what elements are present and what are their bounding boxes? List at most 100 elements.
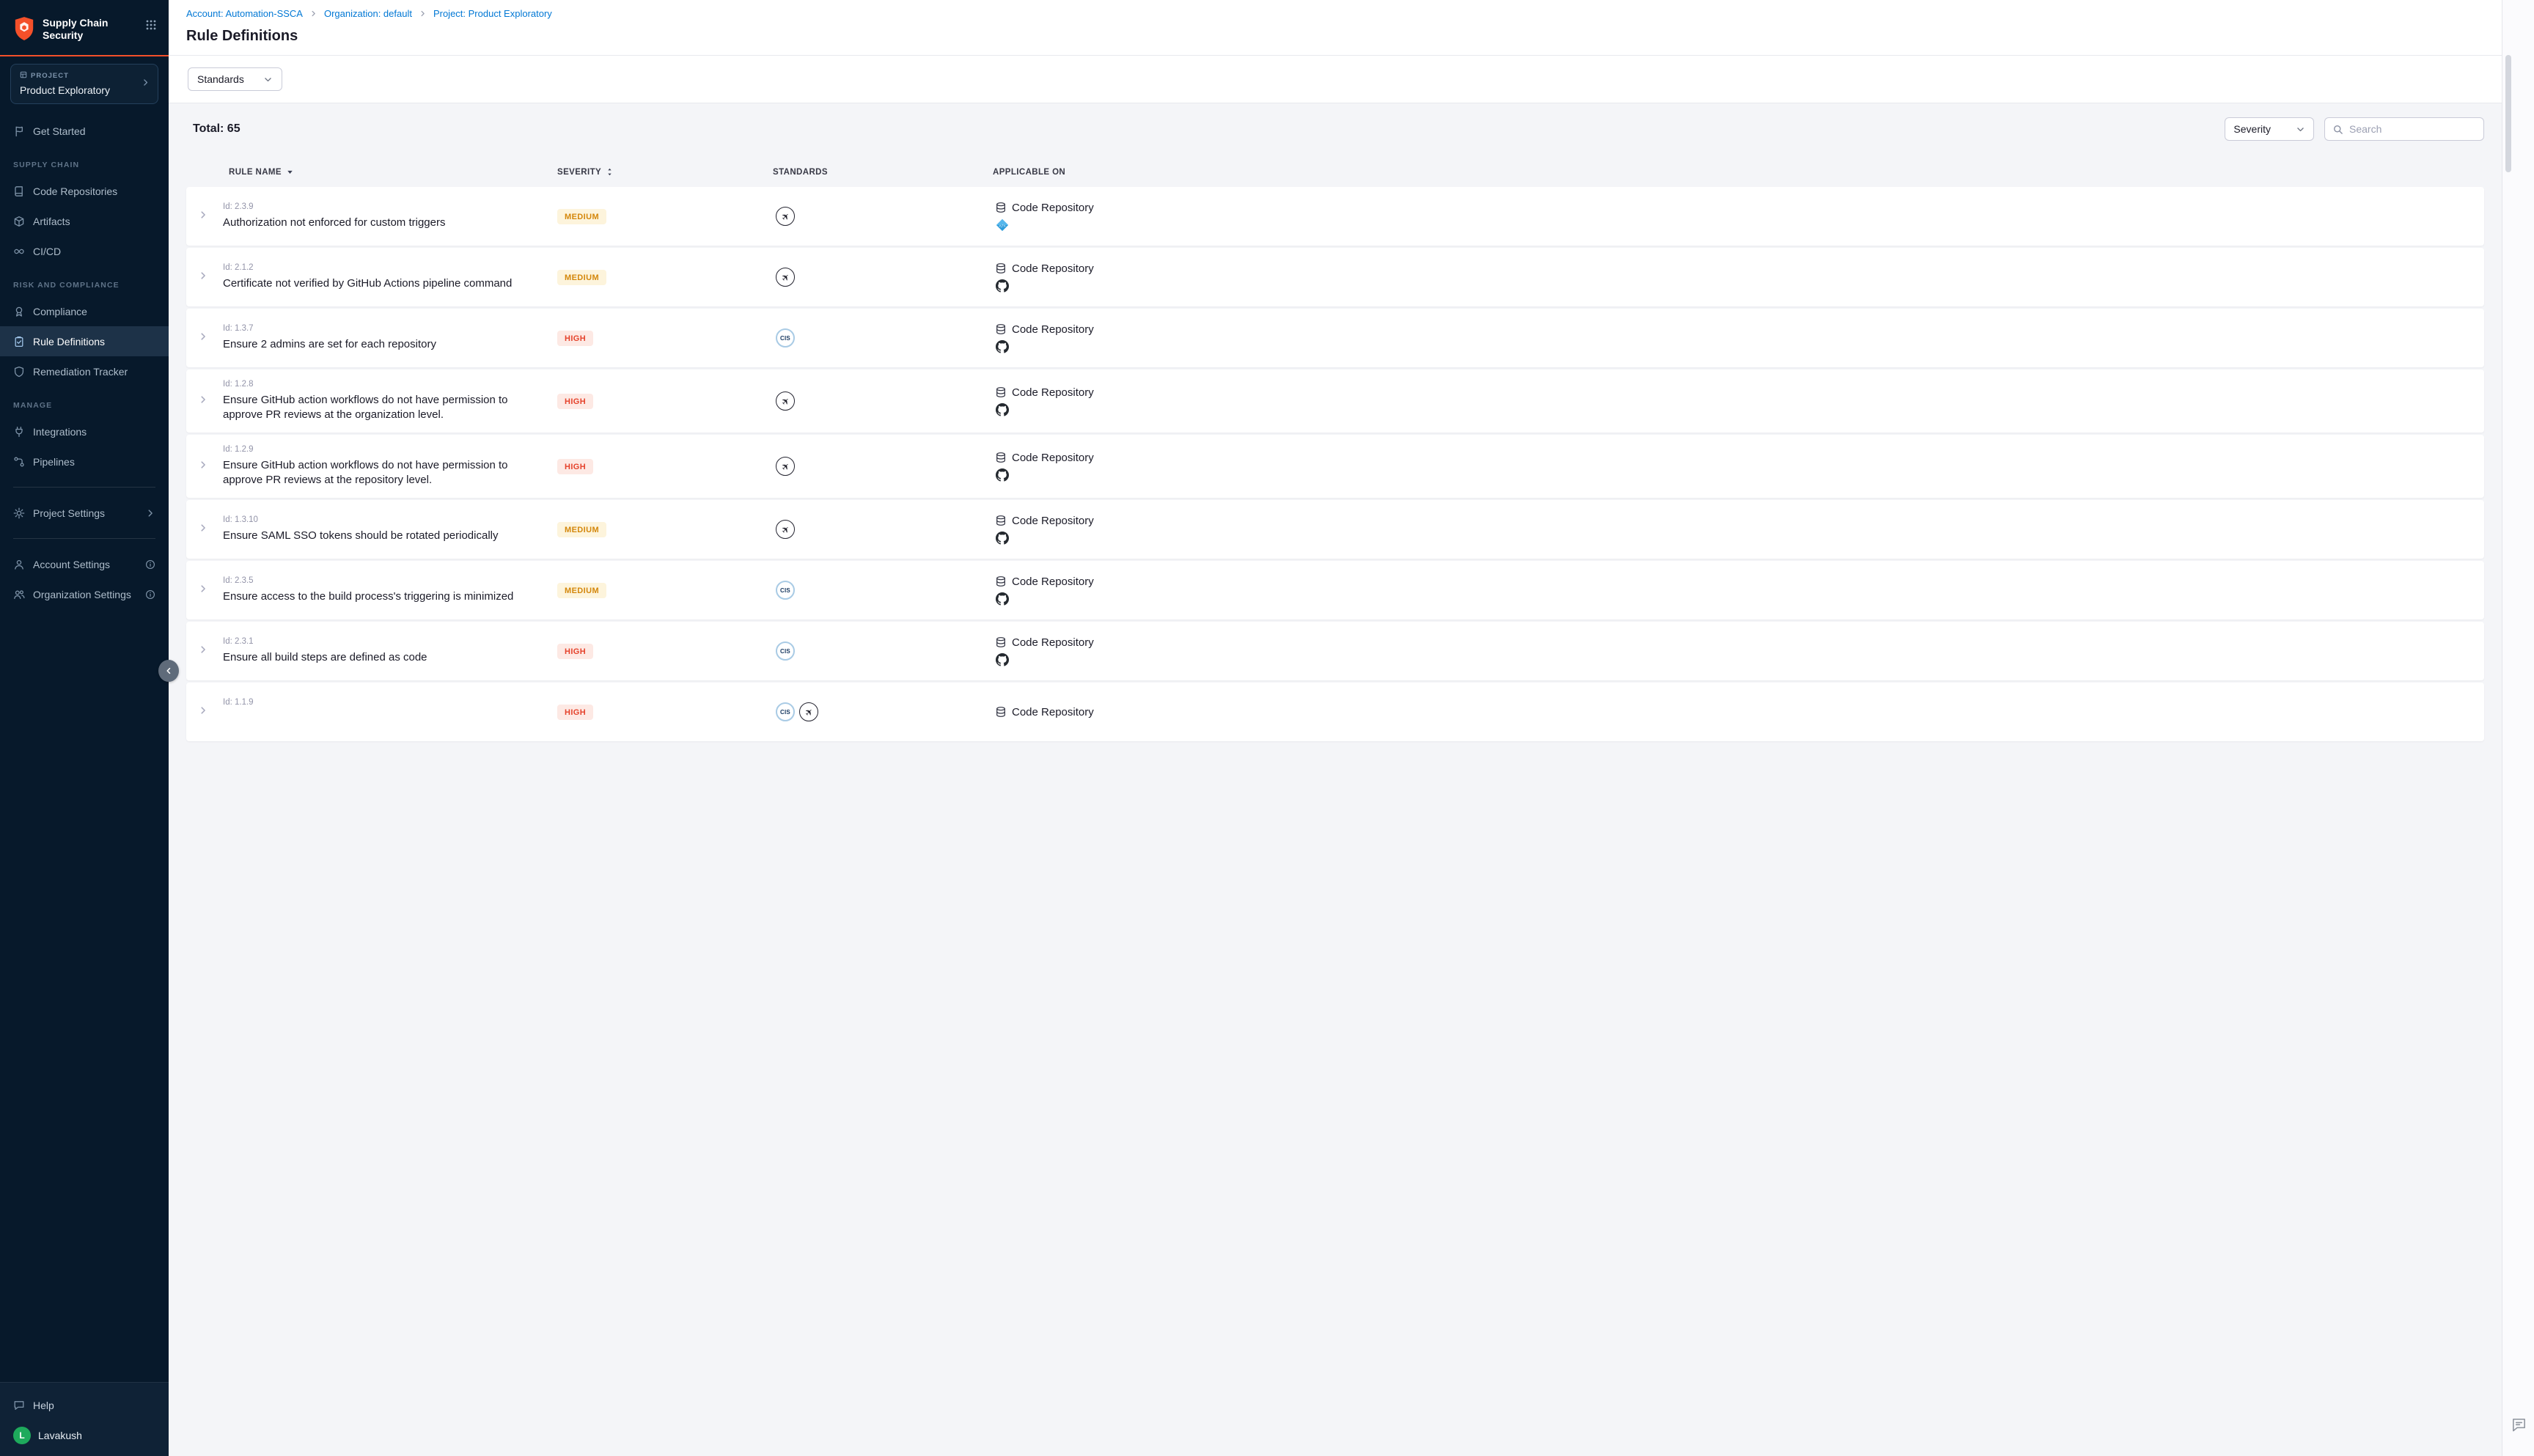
search-icon	[2332, 124, 2343, 135]
column-severity[interactable]: SEVERITY	[557, 168, 601, 177]
applicable-on-label: Code Repository	[1012, 576, 1094, 588]
breadcrumb-link-account-automation-ssca[interactable]: Account: Automation-SSCA	[186, 8, 303, 19]
chevron-right-icon	[145, 508, 155, 518]
chevron-right-icon	[141, 78, 150, 91]
rule-id: Id: 1.2.9	[223, 445, 546, 454]
standards-cell: ✈	[770, 207, 990, 226]
sort-both-icon[interactable]	[605, 167, 614, 177]
severity-filter-dropdown[interactable]: Severity	[2225, 117, 2314, 141]
github-icon	[996, 403, 2484, 416]
expand-chevron-icon[interactable]	[198, 644, 208, 658]
scrollbar-thumb[interactable]	[2505, 55, 2511, 172]
column-rule-name[interactable]: RULE NAME	[229, 168, 282, 177]
rules-table-body: Id: 2.3.9 Authorization not enforced for…	[186, 187, 2484, 741]
expand-chevron-icon[interactable]	[198, 523, 208, 537]
severity-badge: MEDIUM	[557, 583, 606, 598]
app-switcher-grid-icon[interactable]	[145, 19, 157, 34]
nav-divider	[13, 487, 155, 488]
github-icon	[996, 279, 2484, 293]
filter-strip: Standards	[169, 56, 2502, 103]
person-icon	[13, 559, 25, 570]
rule-row[interactable]: Id: 2.3.1 Ensure all build steps are def…	[186, 622, 2484, 680]
help-label: Help	[33, 1400, 54, 1411]
nav-section-manage: MANAGE	[0, 386, 169, 416]
breadcrumb-link-organization-default[interactable]: Organization: default	[324, 8, 412, 19]
sidebar-item-remediation-tracker[interactable]: Remediation Tracker	[0, 356, 169, 386]
sidebar-item-rule-definitions[interactable]: Rule Definitions	[0, 326, 169, 356]
rule-row[interactable]: Id: 2.3.5 Ensure access to the build pro…	[186, 561, 2484, 619]
rule-row[interactable]: Id: 1.2.9 Ensure GitHub action workflows…	[186, 435, 2484, 498]
breadcrumb-separator-icon	[419, 10, 427, 18]
breadcrumb-link-project-product-exploratory[interactable]: Project: Product Exploratory	[433, 8, 552, 19]
plug-icon	[13, 426, 25, 438]
app-logo-icon[interactable]	[13, 16, 35, 42]
sidebar-item-artifacts[interactable]: Artifacts	[0, 206, 169, 236]
expand-chevron-icon[interactable]	[198, 705, 208, 719]
severity-badge: MEDIUM	[557, 522, 606, 537]
info-icon	[145, 559, 155, 570]
sort-descending-icon[interactable]	[285, 167, 295, 177]
chevron-down-icon	[263, 75, 273, 84]
applicable-on-cell: Code Repository </>	[990, 202, 2484, 232]
sidebar: Supply Chain Security PROJECT Product Ex…	[0, 0, 169, 1456]
code-repository-icon	[995, 452, 1007, 463]
code-repository-icon	[995, 706, 1007, 718]
sidebar-item-ci-cd[interactable]: CI/CD	[0, 236, 169, 266]
expand-chevron-icon[interactable]	[198, 271, 208, 284]
project-selector[interactable]: PROJECT Product Exploratory	[10, 64, 158, 104]
expand-chevron-icon[interactable]	[198, 394, 208, 408]
sidebar-item-compliance[interactable]: Compliance	[0, 296, 169, 326]
applicable-on-cell: Code Repository	[990, 515, 2484, 545]
app-title: Supply Chain Security	[43, 16, 108, 42]
sidebar-collapse-button[interactable]	[158, 660, 179, 682]
rule-id: Id: 1.2.8	[223, 380, 546, 389]
cis-standard-icon: CIS	[776, 641, 795, 661]
standards-dropdown[interactable]: Standards	[188, 67, 282, 91]
rule-row[interactable]: Id: 1.3.7 Ensure 2 admins are set for ea…	[186, 309, 2484, 367]
airplane-standard-icon: ✈	[776, 391, 795, 411]
support-chat-icon[interactable]	[2511, 1416, 2527, 1437]
sidebar-item-get-started[interactable]: Get Started	[0, 116, 169, 146]
rule-name: Certificate not verified by GitHub Actio…	[223, 276, 546, 291]
rule-id: Id: 1.3.7	[223, 324, 546, 333]
severity-badge: HIGH	[557, 644, 593, 659]
sidebar-item-project-settings[interactable]: Project Settings	[0, 498, 169, 528]
applicable-on-label: Code Repository	[1012, 515, 1094, 527]
sidebar-item-organization-settings[interactable]: Organization Settings	[0, 579, 169, 609]
chat-bubble-icon	[13, 1400, 25, 1411]
sidebar-item-pipelines[interactable]: Pipelines	[0, 446, 169, 477]
rule-id: Id: 1.1.9	[223, 698, 546, 707]
rule-name: Ensure SAML SSO tokens should be rotated…	[223, 529, 546, 543]
applicable-on-label: Code Repository	[1012, 636, 1094, 649]
search-box[interactable]	[2324, 117, 2484, 141]
airplane-standard-icon: ✈	[776, 520, 795, 539]
sidebar-item-account-settings[interactable]: Account Settings	[0, 549, 169, 579]
airplane-standard-icon: ✈	[776, 207, 795, 226]
help-button[interactable]: Help	[0, 1393, 169, 1418]
rule-row[interactable]: Id: 2.3.9 Authorization not enforced for…	[186, 187, 2484, 246]
github-icon	[996, 468, 2484, 482]
standards-cell: CIS	[770, 581, 990, 600]
cis-standard-icon: CIS	[776, 328, 795, 348]
sidebar-item-integrations[interactable]: Integrations	[0, 416, 169, 446]
sidebar-footer: Help L Lavakush	[0, 1382, 169, 1456]
user-menu[interactable]: L Lavakush	[0, 1418, 169, 1444]
github-icon	[996, 340, 2484, 353]
search-input[interactable]	[2349, 123, 2476, 135]
cis-standard-icon: CIS	[776, 702, 795, 721]
expand-chevron-icon[interactable]	[198, 331, 208, 345]
expand-chevron-icon[interactable]	[198, 460, 208, 474]
severity-badge: HIGH	[557, 459, 593, 474]
applicable-on-label: Code Repository	[1012, 262, 1094, 275]
expand-chevron-icon[interactable]	[198, 210, 208, 224]
nav-section-supply-chain: SUPPLY CHAIN	[0, 146, 169, 176]
expand-chevron-icon[interactable]	[198, 584, 208, 598]
rule-row[interactable]: Id: 1.3.10 Ensure SAML SSO tokens should…	[186, 500, 2484, 559]
sidebar-item-code-repositories[interactable]: Code Repositories	[0, 176, 169, 206]
rule-row[interactable]: Id: 2.1.2 Certificate not verified by Gi…	[186, 248, 2484, 306]
rule-row[interactable]: Id: 1.1.9 HIGH CIS✈ Code Repository	[186, 683, 2484, 741]
rule-name: Ensure GitHub action workflows do not ha…	[223, 458, 546, 488]
rules-icon	[13, 336, 25, 348]
project-icon	[20, 71, 27, 81]
rule-row[interactable]: Id: 1.2.8 Ensure GitHub action workflows…	[186, 369, 2484, 433]
